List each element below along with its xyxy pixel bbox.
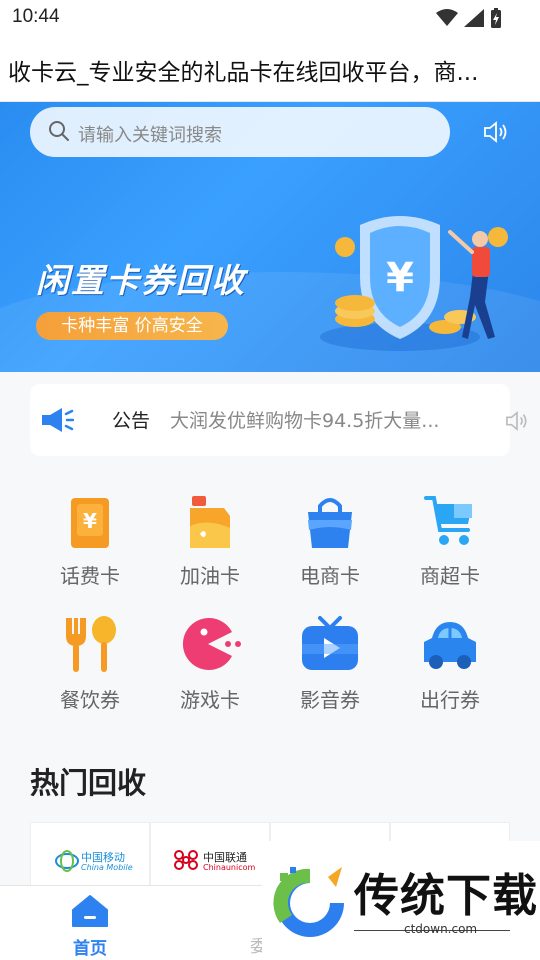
battery-icon <box>491 8 501 28</box>
banner-tagline: 卡种丰富 价高安全 <box>36 312 228 340</box>
wifi-icon <box>436 9 458 26</box>
svg-text:¥: ¥ <box>83 509 97 533</box>
search-input[interactable]: 请输入关键词搜索 <box>30 107 450 157</box>
hot-card-china-unicom[interactable]: 中国联通 Chinaunicom <box>150 822 270 892</box>
megaphone-icon <box>40 406 75 438</box>
car-icon <box>424 622 476 669</box>
tv-icon <box>302 616 358 670</box>
shield-currency-symbol: ¥ <box>386 255 414 301</box>
search-icon <box>48 120 70 146</box>
announcement-bar[interactable]: 公告 大润发优鲜购物卡94.5折大量... <box>30 384 527 456</box>
watermark-logo-icon <box>273 867 344 937</box>
category-supermarket-card[interactable]: 商超卡 <box>390 490 510 600</box>
hot-section-title: 热门回收 <box>30 766 147 800</box>
tab-home-label: 首页 <box>73 939 107 959</box>
watermark-overlay: 传统下载 ctdown.com <box>262 841 540 960</box>
category-fuel-card[interactable]: 加油卡 <box>150 490 270 600</box>
category-label: 餐饮券 <box>60 688 120 712</box>
signal-icon <box>464 9 484 27</box>
phone-bill-card-icon: ¥ <box>71 498 109 548</box>
hero-banner[interactable]: 请输入关键词搜索 闲置卡券回收 卡种丰富 价高安全 ¥ <box>0 102 540 372</box>
banner-headline: 闲置卡券回收 <box>36 261 246 300</box>
hot-card-china-mobile[interactable]: 中国移动 China Mobile <box>30 822 150 892</box>
shield-illustration: ¥ <box>320 216 508 351</box>
status-time: 10:44 <box>12 6 60 27</box>
category-label: 话费卡 <box>60 564 120 588</box>
category-label: 商超卡 <box>420 564 480 588</box>
home-icon <box>72 895 108 927</box>
speaker-outline-icon <box>504 410 530 436</box>
announcement-label: 公告 <box>112 410 151 432</box>
shopping-bag-icon <box>308 498 352 548</box>
china-unicom-logo-icon <box>174 850 198 870</box>
watermark-url: ctdown.com <box>404 922 478 936</box>
hot-card-name-en: China Mobile <box>81 863 133 872</box>
game-pacman-icon <box>182 618 241 670</box>
category-label: 影音券 <box>300 688 360 712</box>
category-game-card[interactable]: 游戏卡 <box>150 614 270 724</box>
category-label: 加油卡 <box>180 564 240 588</box>
category-phone-bill-card[interactable]: ¥ 话费卡 <box>30 490 150 600</box>
category-ecommerce-card[interactable]: 电商卡 <box>270 490 390 600</box>
category-media-voucher[interactable]: 影音券 <box>270 614 390 724</box>
china-mobile-logo-icon <box>55 850 79 872</box>
page-title: 收卡云_专业安全的礼品卡在线回收平台，商... <box>8 60 479 86</box>
status-icons <box>436 8 502 28</box>
status-bar: 10:44 <box>0 0 540 36</box>
category-dining-voucher[interactable]: 餐饮券 <box>30 614 150 724</box>
category-label: 出行券 <box>420 688 480 712</box>
category-label: 游戏卡 <box>180 688 240 712</box>
hot-card-name-en: Chinaunicom <box>203 863 256 872</box>
watermark-text: 传统下载 <box>354 869 539 922</box>
dining-icon <box>66 616 116 672</box>
announcement-text[interactable]: 大润发优鲜购物卡94.5折大量... <box>170 406 480 433</box>
title-bar: 收卡云_专业安全的礼品卡在线回收平台，商... <box>0 36 540 102</box>
search-placeholder: 请输入关键词搜索 <box>78 125 222 146</box>
category-label: 电商卡 <box>300 564 360 588</box>
category-travel-voucher[interactable]: 出行券 <box>390 614 510 724</box>
tab-home[interactable]: 首页 <box>60 894 120 959</box>
speaker-icon[interactable] <box>482 120 510 148</box>
shopping-cart-icon <box>424 496 472 545</box>
fuel-card-icon <box>190 496 230 548</box>
